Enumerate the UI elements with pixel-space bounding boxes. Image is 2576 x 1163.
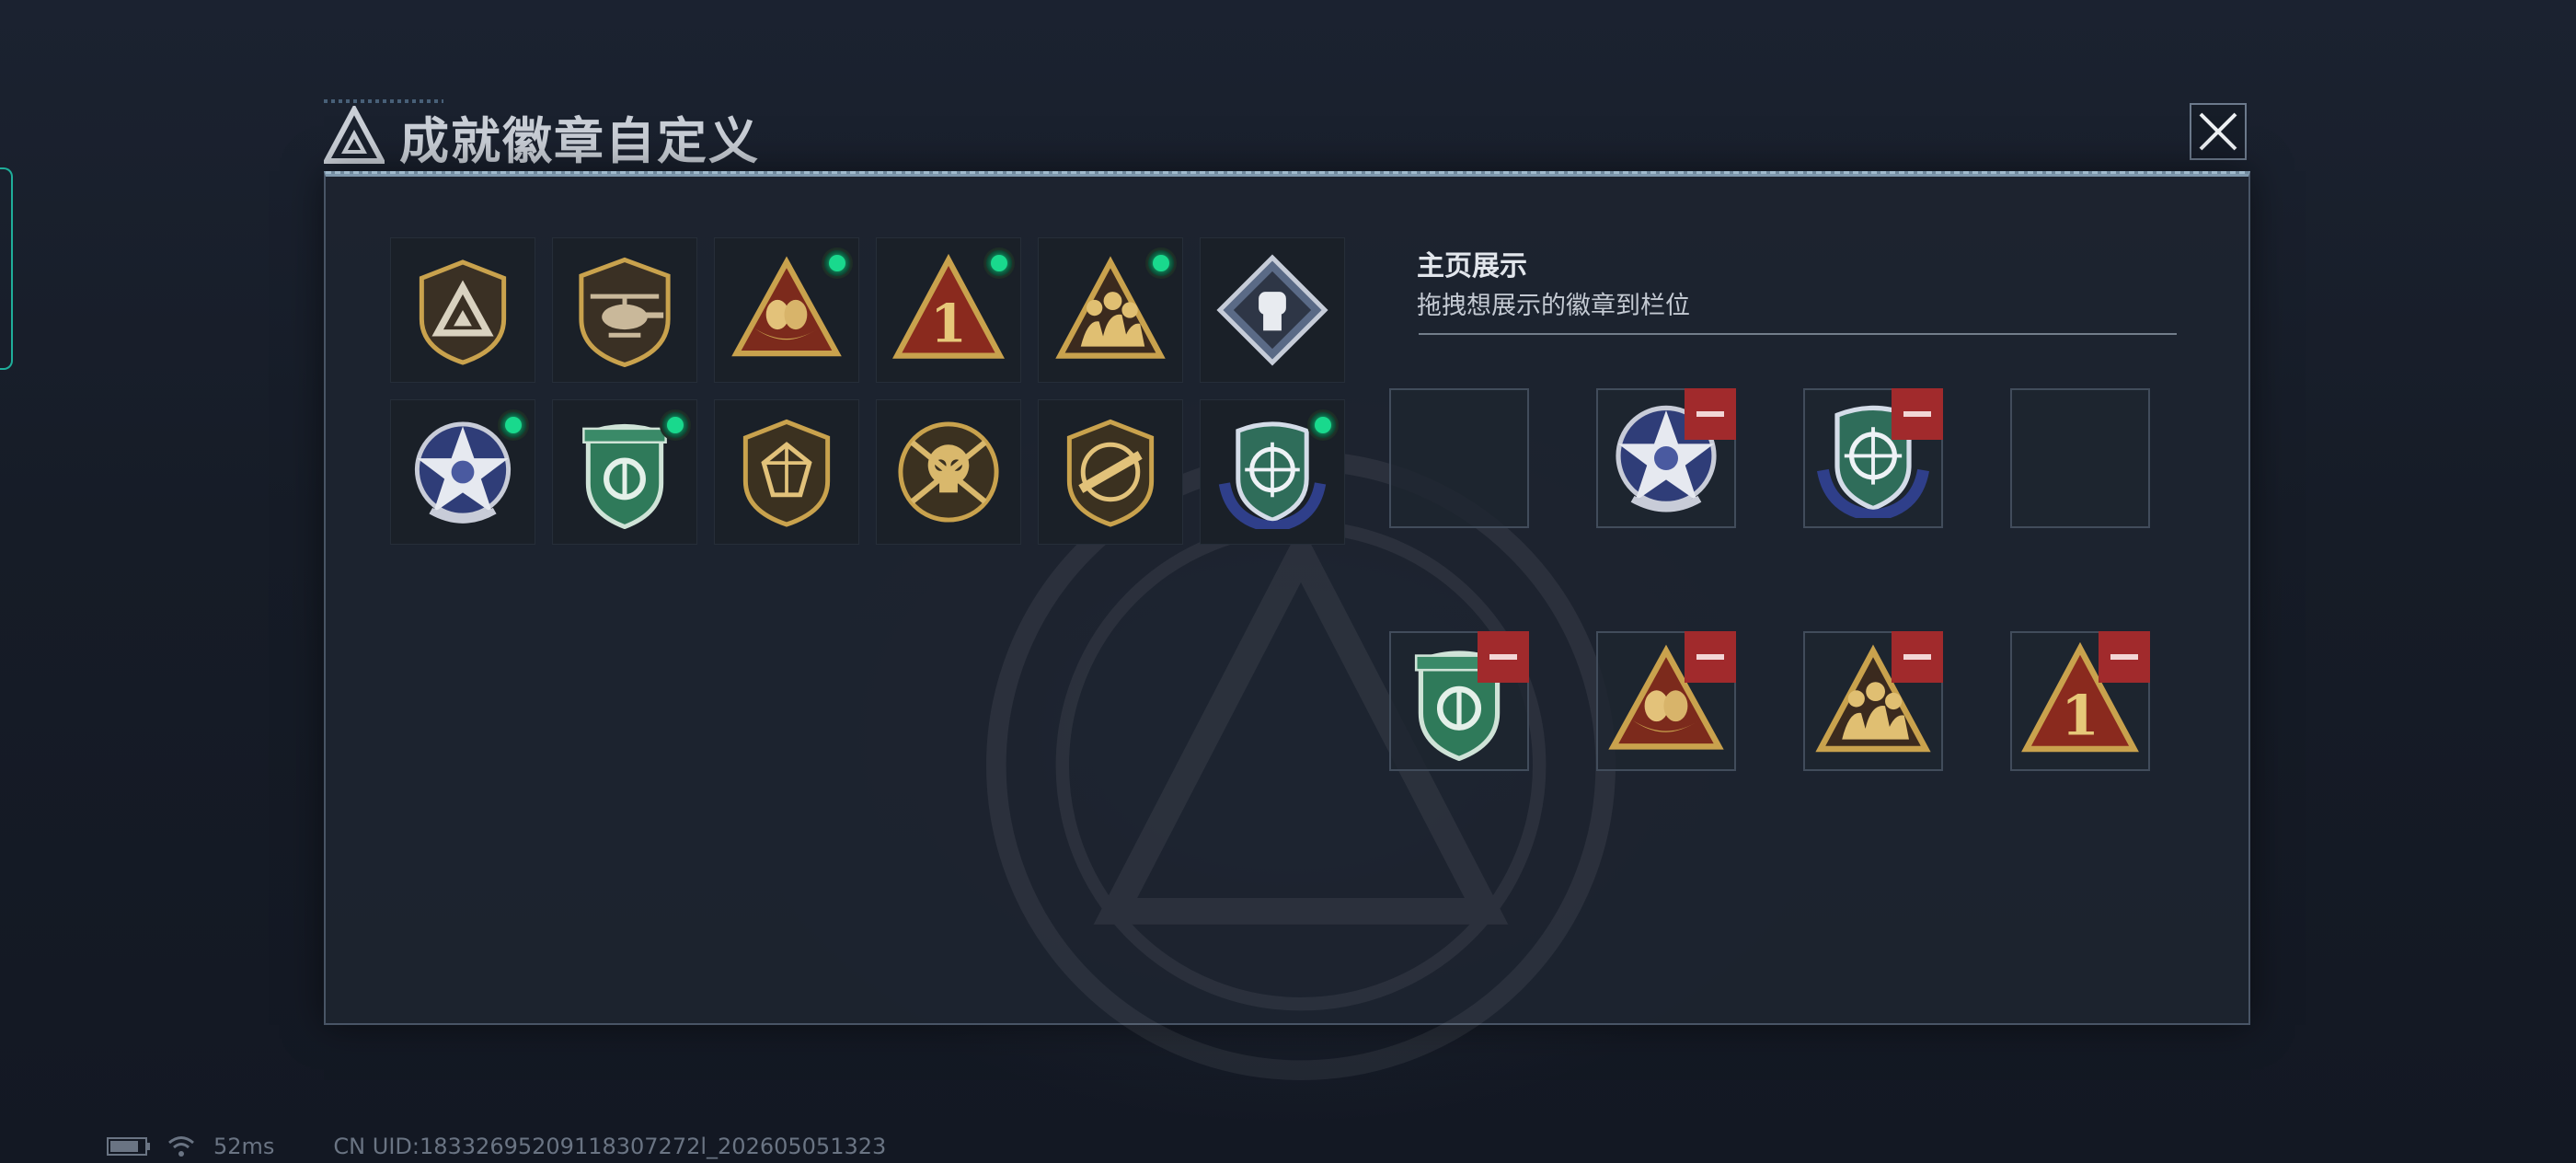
remove-badge-button[interactable] [1685, 631, 1736, 683]
equipped-indicator [983, 248, 1015, 279]
remove-badge-button[interactable] [1478, 631, 1529, 683]
badge-item[interactable] [1200, 237, 1345, 383]
badge-item[interactable] [390, 237, 535, 383]
gem-shield-badge-icon [742, 419, 831, 527]
showcase-slot-filled[interactable]: 1 [2010, 631, 2150, 771]
badge-collection-grid: 1 [390, 237, 1347, 545]
showcase-heading: 主页展示 [1417, 250, 1527, 282]
showcase-slot-filled[interactable] [1596, 388, 1736, 528]
screen: 成就徽章自定义 1 主页展示 拖拽想展示的徽章到栏位 1 52ms CN UID… [0, 0, 2576, 1163]
ping-readout: 52ms [213, 1134, 275, 1159]
badge-item[interactable] [552, 399, 697, 545]
dialog-title: 成就徽章自定义 [399, 111, 760, 170]
triangle-shield-badge-icon [419, 259, 507, 365]
showcase-slot-filled[interactable] [1803, 388, 1943, 528]
badge-dialog-panel: 1 主页展示 拖拽想展示的徽章到栏位 1 [324, 171, 2250, 1080]
showcase-instruction: 拖拽想展示的徽章到栏位 [1417, 292, 1690, 320]
showcase-slot-filled[interactable] [1803, 631, 1943, 771]
showcase-slot-empty[interactable] [1389, 388, 1529, 528]
equipped-indicator [498, 409, 529, 441]
rifle-shield-badge-icon [1066, 419, 1155, 527]
triangle-logo-icon [324, 106, 385, 164]
remove-badge-button[interactable] [1892, 631, 1943, 683]
close-icon [2199, 112, 2237, 151]
uid-readout: CN UID:18332695209118307272l_20260505132… [333, 1134, 887, 1159]
side-tab-accent[interactable] [0, 167, 13, 370]
equipped-indicator [1307, 409, 1339, 441]
svg-text:1: 1 [2061, 684, 2099, 748]
svg-text:1: 1 [930, 294, 967, 355]
fist-diamond-badge-icon [1216, 254, 1328, 366]
badge-item[interactable] [1200, 399, 1345, 545]
badge-item[interactable] [714, 399, 859, 545]
battery-icon [107, 1137, 150, 1156]
helicopter-badge-icon [579, 257, 671, 367]
remove-badge-button[interactable] [1685, 388, 1736, 440]
wifi-icon [168, 1136, 194, 1157]
badge-item[interactable] [1038, 399, 1183, 545]
title-decoration [324, 99, 443, 103]
dialog-title-bar: 成就徽章自定义 [324, 99, 760, 173]
equipped-indicator [660, 409, 691, 441]
showcase-slot-filled[interactable] [1389, 631, 1529, 771]
showcase-slot-filled[interactable] [1596, 631, 1736, 771]
badge-item[interactable] [390, 399, 535, 545]
badge-item[interactable] [552, 237, 697, 383]
showcase-divider [1419, 333, 2177, 335]
badge-item[interactable] [714, 237, 859, 383]
equipped-indicator [1145, 248, 1177, 279]
crossed-skull-badge-icon [898, 421, 999, 523]
close-button[interactable] [2190, 103, 2247, 160]
badge-item[interactable]: 1 [876, 237, 1021, 383]
status-footer: 52ms CN UID:18332695209118307272l_202605… [107, 1134, 886, 1159]
badge-item[interactable] [876, 399, 1021, 545]
showcase-slot-empty[interactable] [2010, 388, 2150, 528]
equipped-indicator [822, 248, 853, 279]
badge-item[interactable] [1038, 237, 1183, 383]
remove-badge-button[interactable] [1892, 388, 1943, 440]
remove-badge-button[interactable] [2099, 631, 2150, 683]
